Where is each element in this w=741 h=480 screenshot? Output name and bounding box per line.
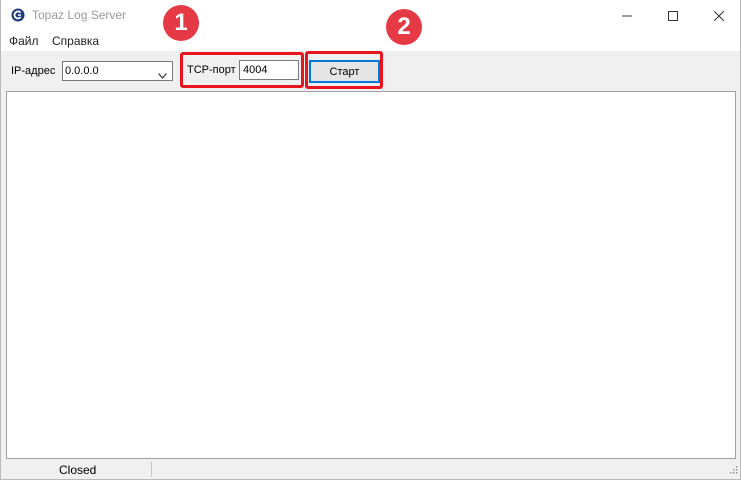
menu-bar: Файл Справка xyxy=(1,31,740,51)
window-title: Topaz Log Server xyxy=(32,8,127,22)
chevron-down-icon xyxy=(158,68,167,82)
minimize-button[interactable] xyxy=(604,0,650,31)
maximize-icon xyxy=(668,10,678,21)
minimize-icon xyxy=(622,11,632,21)
ip-address-select[interactable]: 0.0.0.0 xyxy=(62,61,173,81)
status-divider xyxy=(151,462,152,477)
annotation-highlight-start xyxy=(305,51,383,89)
resize-grip-icon[interactable] xyxy=(728,463,738,477)
close-button[interactable] xyxy=(696,0,741,31)
annotation-badge-2: 2 xyxy=(386,9,422,45)
close-icon xyxy=(714,10,724,21)
ip-address-label: IP-адрес xyxy=(11,65,56,77)
app-logo-icon xyxy=(11,8,25,22)
connection-status: Closed xyxy=(59,463,97,477)
menu-item-help[interactable]: Справка xyxy=(52,34,99,48)
ip-address-value: 0.0.0.0 xyxy=(65,65,99,77)
log-output-area[interactable] xyxy=(6,91,736,459)
annotation-highlight-port xyxy=(180,52,304,88)
menu-item-file[interactable]: Файл xyxy=(9,34,39,48)
status-bar: Closed xyxy=(1,460,740,479)
maximize-button[interactable] xyxy=(650,0,696,31)
annotation-badge-1: 1 xyxy=(163,5,199,41)
title-bar: Topaz Log Server xyxy=(1,0,740,31)
